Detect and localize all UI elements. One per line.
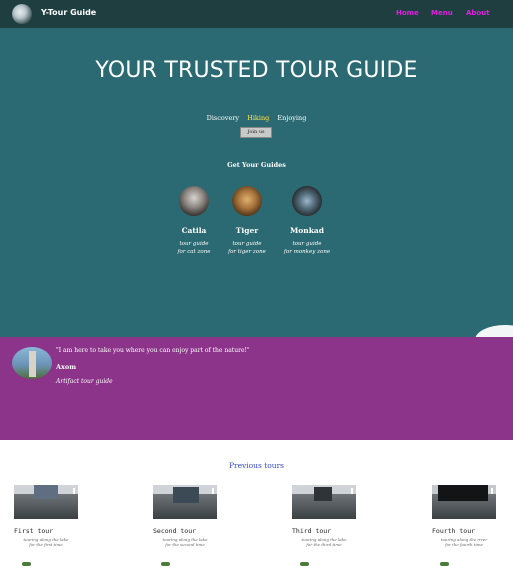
tour-sub-line: for the third time	[306, 542, 342, 547]
guide-name: Monkad	[289, 226, 325, 235]
tour-footer	[432, 551, 496, 566]
testimonial-avatar	[12, 347, 52, 379]
tour-card-fourth[interactable]: Fourth tour touring along the river for …	[432, 485, 496, 566]
nav-link-about[interactable]: About	[466, 9, 490, 17]
brand-name[interactable]: Y-Tour Guide	[41, 8, 96, 17]
decorative-cloud	[475, 325, 513, 337]
tour-badge-icon	[440, 562, 449, 566]
nav-link-menu[interactable]: Menu	[431, 9, 453, 17]
tour-badge-icon	[161, 562, 170, 566]
tour-subtitle: touring along the lake for the first tim…	[14, 537, 78, 547]
tour-video-thumbnail[interactable]	[432, 485, 496, 519]
tour-sub-line: for the first time	[29, 542, 63, 547]
logo-icon[interactable]	[12, 4, 32, 24]
tour-video-thumbnail[interactable]	[292, 485, 356, 519]
tour-subtitle: touring along the river for the fourth t…	[432, 537, 496, 547]
guides-heading: Get Your Guides	[227, 161, 286, 169]
tour-footer	[153, 551, 217, 566]
tour-video-thumbnail[interactable]	[153, 485, 217, 519]
tour-sub-line: for the second time	[165, 542, 205, 547]
tour-footer	[292, 551, 356, 566]
guide-card-monkad[interactable]: Monkad tour guide for monkey zone	[267, 186, 347, 256]
top-navbar: Y-Tour Guide Home Menu About	[0, 0, 513, 28]
more-options-icon[interactable]	[212, 488, 214, 494]
guide-avatar	[232, 186, 262, 216]
tour-subtitle: touring along the lake for the second ti…	[153, 537, 217, 547]
guide-desc-line: for monkey zone	[283, 249, 331, 255]
tour-card-third[interactable]: Third tour touring along the lake for th…	[292, 485, 356, 566]
testimonial-role: Artifact tour guide	[56, 378, 113, 385]
tower-icon	[29, 351, 36, 377]
more-options-icon[interactable]	[351, 488, 353, 494]
guide-description: tour guide for monkey zone	[267, 240, 347, 256]
guide-avatar	[179, 186, 209, 216]
tour-badge-icon	[300, 562, 309, 566]
tagline-enjoying: Enjoying	[277, 114, 307, 122]
more-options-icon[interactable]	[491, 488, 493, 494]
hero-section: YOUR TRUSTED TOUR GUIDE Discovery Hiking…	[0, 28, 513, 337]
tagline-hiking: Hiking	[247, 114, 270, 122]
tour-card-second[interactable]: Second tour touring along the lake for t…	[153, 485, 217, 566]
tour-footer	[14, 551, 78, 566]
tour-sub-line: for the fourth time	[445, 542, 483, 547]
guide-desc-line: tour guide	[292, 241, 322, 247]
tagline-discovery: Discovery	[206, 114, 240, 122]
testimonial-name: Axom	[56, 363, 77, 371]
join-us-button[interactable]: Join us	[240, 127, 272, 138]
tour-subtitle: touring along the lake for the third tim…	[292, 537, 356, 547]
tour-title: Third tour	[292, 527, 332, 535]
guide-avatar	[292, 186, 322, 216]
hero-title: YOUR TRUSTED TOUR GUIDE	[95, 58, 418, 83]
testimonial-quote: "I am here to take you where you can enj…	[56, 347, 250, 354]
previous-tours-heading: Previous tours	[228, 461, 285, 470]
tour-badge-icon	[22, 562, 31, 566]
tour-title: Second tour	[153, 527, 197, 535]
hero-tagline: Discovery Hiking Enjoying	[0, 114, 513, 122]
nav-link-home[interactable]: Home	[396, 9, 419, 17]
tour-title: First tour	[14, 527, 54, 535]
tour-video-thumbnail[interactable]	[14, 485, 78, 519]
tour-title: Fourth tour	[432, 527, 476, 535]
more-options-icon[interactable]	[73, 488, 75, 494]
tour-card-first[interactable]: First tour touring along the lake for th…	[14, 485, 78, 566]
testimonial-section: "I am here to take you where you can enj…	[0, 337, 513, 440]
